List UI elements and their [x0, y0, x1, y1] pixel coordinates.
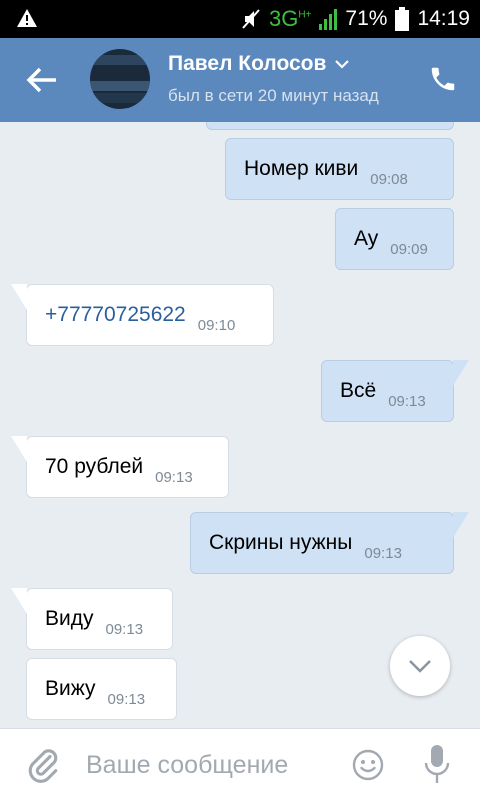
phone-icon[interactable]	[428, 64, 458, 94]
message-text: Номер киви	[244, 157, 359, 180]
contact-name: Павел Колосов	[168, 52, 327, 75]
message-bubble-partial	[206, 122, 454, 130]
message-time: 09:13	[107, 690, 146, 708]
clock: 14:19	[417, 7, 470, 30]
scroll-down-button[interactable]	[390, 636, 450, 696]
message-text: Виду	[45, 607, 94, 630]
paperclip-icon[interactable]	[26, 745, 60, 785]
smiley-icon[interactable]	[352, 749, 384, 781]
network-type: 3GH+	[268, 6, 312, 31]
message-bubble[interactable]: Виду 09:13	[11, 588, 173, 650]
message-time: 09:09	[390, 240, 428, 258]
message-time: 09:13	[388, 392, 426, 410]
message-text: Вижу	[45, 677, 96, 700]
message-input[interactable]	[86, 747, 336, 783]
message-composer	[0, 728, 480, 800]
message-text: Ау	[354, 227, 379, 250]
last-seen: был в сети 20 минут назад	[168, 86, 379, 105]
message-time: 09:10	[197, 316, 236, 334]
message-bubble[interactable]: Вижу 09:13	[26, 658, 177, 720]
warning-icon	[17, 9, 37, 27]
battery-percent: 71%	[345, 7, 388, 30]
message-time: 09:13	[364, 544, 402, 562]
back-arrow-icon[interactable]	[24, 64, 60, 96]
microphone-icon[interactable]	[424, 743, 450, 785]
mute-icon	[242, 9, 260, 29]
chevron-down-icon	[335, 60, 350, 69]
battery-icon	[395, 7, 410, 31]
message-text: Всё	[340, 379, 377, 402]
message-bubble[interactable]: 70 рублей 09:13	[11, 436, 229, 498]
phone-number-link[interactable]: +77770725622	[45, 303, 186, 327]
message-bubble[interactable]: Номер киви 09:08	[225, 138, 454, 200]
contact-info[interactable]: Павел Колосов был в сети 20 минут назад	[168, 52, 408, 106]
message-time: 09:08	[370, 170, 408, 188]
message-bubble[interactable]: +77770725622 09:10	[11, 284, 274, 346]
message-text: 70 рублей	[45, 455, 144, 478]
message-text: Скрины нужны	[209, 531, 353, 554]
message-time: 09:13	[105, 620, 144, 638]
message-bubble[interactable]: Скрины нужны 09:13	[190, 512, 469, 574]
message-bubble[interactable]: Всё 09:13	[321, 360, 469, 422]
status-bar: 3GH+ 71% 14:19	[0, 0, 480, 38]
avatar[interactable]	[90, 49, 150, 109]
message-bubble[interactable]: Ау 09:09	[335, 208, 454, 270]
chat-header: Павел Колосов был в сети 20 минут назад	[0, 38, 480, 122]
message-time: 09:13	[155, 468, 193, 486]
chevron-down-icon	[409, 660, 431, 673]
signal-icon	[319, 9, 338, 30]
